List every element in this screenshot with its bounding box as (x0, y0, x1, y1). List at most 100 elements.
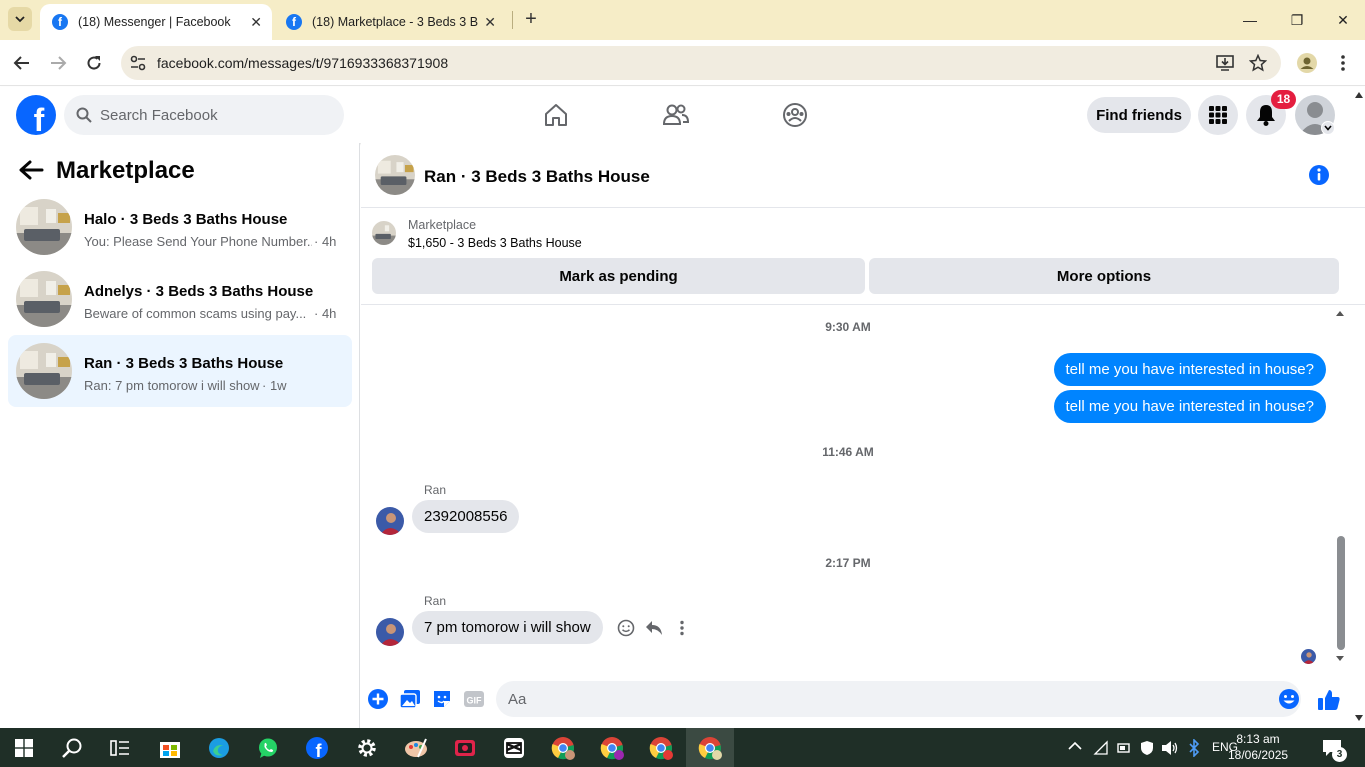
conversation-name: Ran · 3 Beds 3 Baths House (84, 355, 284, 372)
close-tab-icon[interactable]: ✕ (484, 14, 496, 31)
house-thumbnail (372, 221, 396, 245)
sticker-icon[interactable] (431, 688, 453, 710)
sender-avatar[interactable] (376, 618, 404, 646)
new-tab-icon[interactable]: + (520, 8, 542, 30)
minimize-icon[interactable]: — (1238, 8, 1262, 32)
tab-messenger[interactable]: f (18) Messenger | Facebook ✕ (40, 4, 272, 40)
bluetooth-icon[interactable] (1188, 739, 1200, 757)
reply-icon[interactable] (645, 620, 663, 636)
svg-text:GIF: GIF (467, 696, 483, 706)
system-clock[interactable]: 8:13 am 18/06/2025 (1228, 731, 1288, 763)
whatsapp-icon[interactable] (253, 733, 283, 763)
plus-circle-icon[interactable] (367, 688, 389, 710)
settings-gear-icon[interactable] (352, 733, 382, 763)
address-bar[interactable]: facebook.com/messages/t/9716933368371908 (121, 46, 1281, 80)
panel-title: Marketplace (56, 157, 195, 184)
screen-recorder-icon[interactable] (450, 733, 480, 763)
groups-icon[interactable] (779, 99, 811, 131)
conversation-time: · 1w (262, 378, 287, 393)
conversation-item[interactable]: Adnelys · 3 Beds 3 Baths House Beware of… (8, 263, 352, 335)
mark-as-pending-button[interactable]: Mark as pending (372, 258, 865, 294)
tab-search-button[interactable] (8, 7, 32, 31)
house-thumbnail[interactable] (375, 155, 415, 195)
chrome-menu-icon[interactable] (1331, 51, 1355, 75)
chrome-profile-icon[interactable] (597, 733, 627, 763)
clock-date: 18/06/2025 (1228, 748, 1289, 762)
outgoing-message[interactable]: tell me you have interested in house? (1053, 353, 1326, 386)
house-thumbnail (16, 343, 72, 399)
facebook-app-icon[interactable]: f (302, 733, 332, 763)
emoji-icon[interactable] (1278, 688, 1300, 710)
message-timestamp: 9:30 AM (825, 320, 871, 334)
edge-icon[interactable] (204, 733, 234, 763)
page-scrollbar[interactable] (1353, 87, 1365, 728)
gif-icon[interactable]: GIF (463, 688, 485, 710)
message-input-box[interactable] (496, 681, 1301, 717)
message-sender: Ran (424, 483, 447, 497)
outgoing-message[interactable]: tell me you have interested in house? (1053, 390, 1326, 423)
reload-icon[interactable] (82, 51, 106, 75)
conversation-name: Adnelys · 3 Beds 3 Baths House (84, 283, 314, 300)
search-input[interactable] (100, 95, 330, 135)
account-chevron-icon[interactable] (1321, 121, 1335, 135)
install-app-icon (1216, 55, 1234, 71)
close-window-icon[interactable]: ✕ (1331, 8, 1355, 32)
listing-price-title[interactable]: $1,650 - 3 Beds 3 Baths House (408, 236, 582, 250)
profile-icon[interactable] (1295, 51, 1319, 75)
battery-icon[interactable] (1116, 740, 1132, 756)
incoming-message[interactable]: 2392008556 (412, 500, 520, 533)
menu-grid-icon[interactable] (1198, 95, 1238, 135)
conversation-item-active[interactable]: Ran · 3 Beds 3 Baths House Ran: 7 pm tom… (8, 335, 352, 407)
close-tab-icon[interactable]: ✕ (250, 14, 262, 31)
listing-banner: Marketplace $1,650 - 3 Beds 3 Baths Hous… (361, 209, 1365, 305)
message-timestamp: 2:17 PM (825, 556, 871, 570)
show-hidden-icons-icon[interactable] (1068, 741, 1082, 751)
paint-app-icon[interactable] (401, 733, 431, 763)
more-options-button[interactable]: More options (869, 258, 1339, 294)
volume-icon[interactable] (1161, 740, 1179, 756)
capcut-icon[interactable] (499, 733, 529, 763)
message-input[interactable] (508, 681, 1268, 717)
friends-icon[interactable] (660, 99, 692, 131)
restore-icon[interactable]: ❐ (1285, 8, 1309, 32)
forward-icon[interactable] (46, 51, 70, 75)
chat-title[interactable]: Ran · 3 Beds 3 Baths House (424, 167, 650, 187)
chrome-profile-icon-active[interactable] (695, 733, 725, 763)
security-shield-icon[interactable] (1139, 740, 1155, 756)
tab-marketplace[interactable]: f (18) Marketplace - 3 Beds 3 Bat ✕ (274, 4, 506, 40)
clock-time: 8:13 am (1236, 732, 1280, 746)
house-thumbnail (16, 271, 72, 327)
windows-taskbar: f ENG 8:13 am 18/06/2025 3 (0, 728, 1365, 767)
react-emoji-icon[interactable] (617, 619, 635, 637)
back-arrow-icon[interactable] (18, 159, 44, 181)
notification-badge: 18 (1271, 90, 1296, 109)
info-icon[interactable] (1308, 164, 1330, 186)
chevron-down-icon (15, 16, 25, 23)
facebook-favicon-icon: f (52, 14, 68, 30)
photo-icon[interactable] (399, 688, 421, 710)
more-actions-icon[interactable] (679, 620, 685, 636)
browser-tab-strip: f (18) Messenger | Facebook ✕ f (18) Mar… (0, 0, 1365, 40)
facebook-search[interactable] (64, 95, 344, 135)
svg-text:f: f (316, 741, 323, 760)
chrome-profile-icon[interactable] (548, 733, 578, 763)
search-icon[interactable] (57, 733, 87, 763)
task-view-icon[interactable] (105, 733, 135, 763)
chrome-profile-icon[interactable] (646, 733, 676, 763)
windows-start-icon[interactable] (9, 733, 39, 763)
incoming-message[interactable]: 7 pm tomorow i will show (412, 611, 603, 644)
home-icon[interactable] (540, 99, 572, 131)
browser-toolbar: facebook.com/messages/t/9716933368371908 (0, 40, 1365, 86)
conversation-item[interactable]: Halo · 3 Beds 3 Baths House You: Please … (8, 191, 352, 263)
facebook-logo-icon[interactable]: f (16, 95, 56, 135)
sender-avatar[interactable] (376, 507, 404, 535)
thumbs-up-icon[interactable] (1317, 688, 1341, 712)
chat-scrollbar-thumb[interactable] (1337, 536, 1345, 650)
bookmark-star-icon (1249, 54, 1267, 72)
back-icon[interactable] (10, 51, 34, 75)
find-friends-button[interactable]: Find friends (1087, 97, 1191, 133)
microsoft-store-icon[interactable] (155, 733, 185, 763)
network-icon[interactable] (1093, 740, 1109, 756)
search-icon (76, 107, 92, 123)
conversation-list-panel: Marketplace Halo · 3 Beds 3 Baths House … (0, 143, 360, 728)
